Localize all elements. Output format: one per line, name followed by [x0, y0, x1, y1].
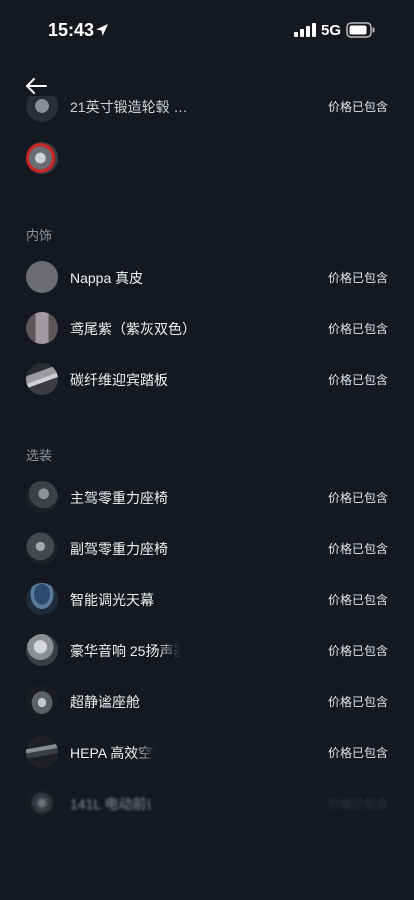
speaker-thumbnail [26, 634, 58, 666]
list-item[interactable]: 碳纤维迎宾踏板 价格已包含 [0, 355, 414, 403]
header [0, 60, 414, 110]
list-item[interactable] [0, 134, 414, 182]
item-price: 价格已包含 [327, 491, 388, 505]
brake-caliper-thumbnail [26, 142, 58, 174]
location-arrow-icon [96, 24, 108, 36]
item-label: 智能调光天幕 [70, 592, 154, 608]
item-label: 141L 电动前备箱 [70, 796, 150, 812]
status-bar: 15:43 5G [0, 0, 414, 60]
list-item[interactable]: 副驾零重力座椅 价格已包含 [0, 524, 414, 572]
list-item[interactable]: HEPA 高效空调滤芯 价格已包含 [0, 728, 414, 776]
quiet-cabin-thumbnail [26, 685, 58, 717]
item-price: 价格已包含 [327, 593, 388, 607]
item-label: HEPA 高效空调滤芯 [70, 745, 156, 761]
carbon-sill-plate-thumbnail [26, 363, 58, 395]
hepa-filter-thumbnail [26, 736, 58, 768]
item-price: 价格已包含 [327, 695, 388, 709]
list-item[interactable]: 超静谧座舱 价格已包含 [0, 677, 414, 725]
battery-icon [346, 22, 375, 38]
list-item[interactable]: Nappa 真皮 价格已包含 [0, 253, 414, 301]
smart-roof-thumbnail [26, 583, 58, 615]
item-price: 价格已包含 [327, 373, 388, 387]
purple-grey-swatch-thumbnail [26, 312, 58, 344]
item-price: 价格已包含 [327, 322, 388, 336]
list-item[interactable]: 主驾零重力座椅 价格已包含 [0, 473, 414, 521]
network-label: 5G [321, 22, 342, 39]
list-item[interactable]: 141L 电动前备箱 价格已包含 [0, 779, 414, 827]
list-item[interactable]: 智能调光天幕 价格已包含 [0, 575, 414, 623]
item-price: 价格已包含 [327, 746, 388, 760]
signal-icon [294, 23, 316, 37]
front-trunk-thumbnail [26, 787, 58, 819]
section-title-interior: 内饰 [26, 228, 53, 243]
item-label: 鸢尾紫（紫灰双色） [70, 321, 196, 337]
bottom-area [0, 830, 414, 900]
list-item[interactable]: 鸢尾紫（紫灰双色） 价格已包含 [0, 304, 414, 352]
section-title-options: 选装 [26, 448, 53, 463]
item-price: 价格已包含 [327, 271, 388, 285]
option-list[interactable]: 21英寸锻造轮毂 … 价格已包含 内饰 Nappa 真皮 价格已包含 鸢尾紫（紫… [0, 96, 414, 900]
item-label: Nappa 真皮 [70, 270, 144, 286]
back-button[interactable] [20, 70, 52, 102]
grey-swatch-thumbnail [26, 261, 58, 293]
status-time: 15:43 [48, 20, 95, 40]
item-price: 价格已包含 [327, 797, 388, 811]
item-price: 价格已包含 [327, 542, 388, 556]
item-label: 豪华音响 25扬声器 [70, 643, 180, 659]
arrow-left-icon [26, 78, 47, 94]
item-label: 主驾零重力座椅 [70, 490, 168, 506]
item-price: 价格已包含 [327, 644, 388, 658]
item-label: 副驾零重力座椅 [70, 541, 168, 557]
item-label: 超静谧座舱 [70, 694, 140, 710]
passenger-seat-thumbnail [26, 532, 58, 564]
item-label: 碳纤维迎宾踏板 [70, 372, 168, 388]
list-item[interactable]: 豪华音响 25扬声器 价格已包含 [0, 626, 414, 674]
driver-seat-thumbnail [26, 481, 58, 513]
